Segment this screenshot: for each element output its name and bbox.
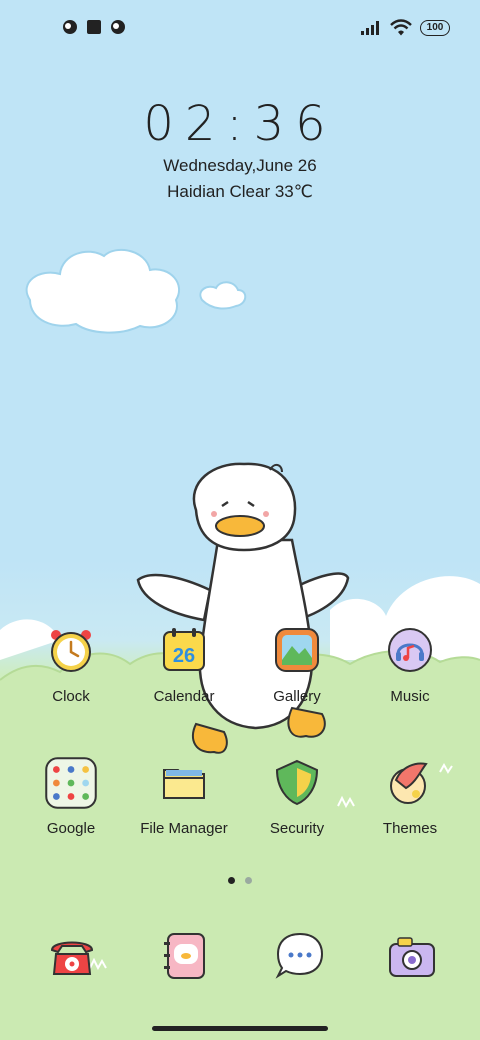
clock-date[interactable]: Wednesday,June 26 (0, 156, 480, 176)
messages-icon[interactable] (274, 930, 326, 982)
app-google[interactable]: Google (15, 757, 127, 837)
app-music[interactable]: Music (354, 626, 466, 705)
app-label: Themes (382, 820, 438, 837)
alarm-clock-icon (51, 630, 91, 672)
app-label: Clock (52, 688, 90, 705)
wifi-icon (390, 19, 412, 36)
gallery-icon (275, 628, 319, 672)
notification-icon (111, 20, 125, 34)
app-security[interactable]: Security (241, 758, 353, 837)
app-clock[interactable]: Clock (15, 626, 127, 705)
app-gallery[interactable]: Gallery (241, 626, 353, 705)
app-label: Google (46, 820, 96, 837)
clock-time[interactable]: 02:36 (0, 96, 480, 152)
folder-icon (163, 769, 205, 799)
phone-icon[interactable] (46, 930, 98, 982)
page-dot-2[interactable] (245, 877, 252, 884)
camera-icon[interactable] (386, 930, 438, 982)
app-label: Calendar (153, 688, 215, 705)
app-label: Gallery (273, 688, 321, 705)
page-indicator[interactable] (228, 877, 252, 884)
page-dot-1[interactable] (228, 877, 235, 884)
app-calendar[interactable]: 26 Calendar (128, 626, 240, 705)
contacts-icon[interactable] (160, 930, 212, 982)
square-notification-icon (87, 20, 101, 34)
app-file-manager[interactable]: File Manager (128, 758, 240, 837)
svg-text:26: 26 (173, 645, 195, 667)
app-themes[interactable]: Themes (354, 758, 466, 837)
calendar-icon: 26 (163, 628, 205, 671)
cellular-signal-icon (361, 21, 379, 35)
app-label: File Manager (140, 820, 228, 837)
weather-summary[interactable]: Haidian Clear 33℃ (0, 182, 480, 202)
status-bar: 100 (0, 16, 480, 40)
home-gesture-bar[interactable] (152, 1026, 328, 1031)
google-folder-icon (45, 757, 97, 809)
home-screen: 100 02:36 Wednesday,June 26 Haidian Clea… (0, 0, 480, 1040)
themes-icon (390, 762, 428, 804)
notification-icon (63, 20, 77, 34)
shield-icon (275, 759, 319, 806)
battery-indicator: 100 (420, 20, 450, 36)
app-label: Security (269, 820, 325, 837)
music-icon (388, 628, 432, 672)
app-label: Music (390, 688, 430, 705)
